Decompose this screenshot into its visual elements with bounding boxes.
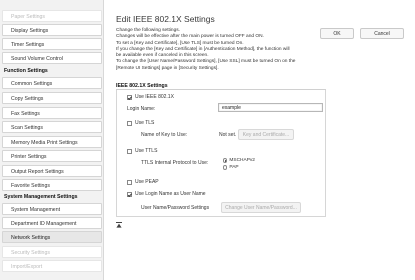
sidebar-item-fax-settings[interactable]: Fax Settings <box>2 107 102 119</box>
radio-pap-label: PAP <box>229 165 239 170</box>
sidebar-item-scan-settings[interactable]: Scan Settings <box>2 121 102 133</box>
sidebar-item-output-report-settings[interactable]: Output Report Settings <box>2 165 102 177</box>
sidebar: Paper Settings Display Settings Timer Se… <box>0 0 104 280</box>
sidebar-item-security-settings[interactable]: Security Settings <box>2 246 102 258</box>
sidebar-item-department-id-management[interactable]: Department ID Management <box>2 217 102 229</box>
ttls-protocol-label: TTLS Internal Protocol to Use: <box>141 160 209 166</box>
use-tls-checkbox[interactable] <box>127 120 132 126</box>
sidebar-item-paper-settings[interactable]: Paper Settings <box>2 10 102 22</box>
sidebar-group-function-settings: Function Settings <box>4 68 48 74</box>
login-name-label: Login Name: <box>127 106 156 112</box>
use-ttls-label: Use TTLS <box>135 148 158 154</box>
sidebar-item-system-management[interactable]: System Management <box>2 203 102 215</box>
ok-button[interactable]: OK <box>320 28 354 39</box>
key-to-use-value: Not set. <box>219 132 237 138</box>
user-pw-settings-label: User Name/Password Settings <box>141 205 210 211</box>
key-and-certificate-button[interactable]: Key and Certificate... <box>238 129 294 140</box>
login-name-input[interactable]: example <box>218 103 323 112</box>
intro-text: Change the following settings. Changes w… <box>116 28 336 72</box>
radio-mschapv2[interactable] <box>223 158 228 163</box>
sidebar-item-timer-settings[interactable]: Timer Settings <box>2 38 102 50</box>
ttls-option-mschapv2[interactable]: MSCHAPv2 <box>223 158 255 163</box>
section-title: IEEE 802.1X Settings <box>116 82 326 90</box>
radio-pap[interactable] <box>223 165 228 170</box>
page-title: Edit IEEE 802.1X Settings <box>116 14 215 24</box>
main-panel: Edit IEEE 802.1X Settings Change the fol… <box>104 0 415 280</box>
sidebar-item-network-settings[interactable]: Network Settings <box>2 231 102 243</box>
cancel-button[interactable]: Cancel <box>360 28 404 39</box>
sidebar-item-copy-settings[interactable]: Copy Settings <box>2 92 102 104</box>
use-peap-label: Use PEAP <box>135 179 159 185</box>
intro-line: [Remote UI Settings] page in [Security S… <box>116 65 219 71</box>
use-tls-row[interactable]: Use TLS <box>127 120 154 126</box>
use-tls-label: Use TLS <box>135 120 155 126</box>
use-peap-row[interactable]: Use PEAP <box>127 179 159 185</box>
sidebar-item-display-settings[interactable]: Display Settings <box>2 24 102 36</box>
use-ttls-checkbox[interactable] <box>127 148 132 154</box>
sidebar-item-import-export[interactable]: Import/Export <box>2 260 102 272</box>
ieee-settings-panel: Use IEEE 802.1X Login Name: example Use … <box>116 90 326 217</box>
use-login-as-user-row[interactable]: Use Login Name as User Name <box>127 191 206 197</box>
use-ttls-row[interactable]: Use TTLS <box>127 148 157 154</box>
sidebar-item-common-settings[interactable]: Common Settings <box>2 77 102 89</box>
use-ieee-checkbox[interactable] <box>127 94 132 100</box>
change-user-password-button[interactable]: Change User Name/Password... <box>221 202 301 213</box>
sidebar-item-sound-volume-control[interactable]: Sound Volume Control <box>2 52 102 64</box>
ttls-option-pap[interactable]: PAP <box>223 165 239 170</box>
sidebar-item-printer-settings[interactable]: Printer Settings <box>2 150 102 162</box>
use-peap-checkbox[interactable] <box>127 179 132 185</box>
radio-mschapv2-label: MSCHAPv2 <box>229 158 255 163</box>
use-login-as-user-label: Use Login Name as User Name <box>135 191 206 197</box>
sidebar-group-system-management-settings: System Management Settings <box>4 194 78 200</box>
sidebar-item-favorite-settings[interactable]: Favorite Settings <box>2 179 102 191</box>
key-to-use-label: Name of Key to Use: <box>141 132 188 138</box>
use-ieee-label: Use IEEE 802.1X <box>135 94 174 100</box>
back-to-top-icon[interactable] <box>116 222 122 230</box>
sidebar-item-memory-media-print-settings[interactable]: Memory Media Print Settings <box>2 136 102 148</box>
use-ieee-row[interactable]: Use IEEE 802.1X <box>127 94 174 100</box>
use-login-as-user-checkbox[interactable] <box>127 191 132 197</box>
